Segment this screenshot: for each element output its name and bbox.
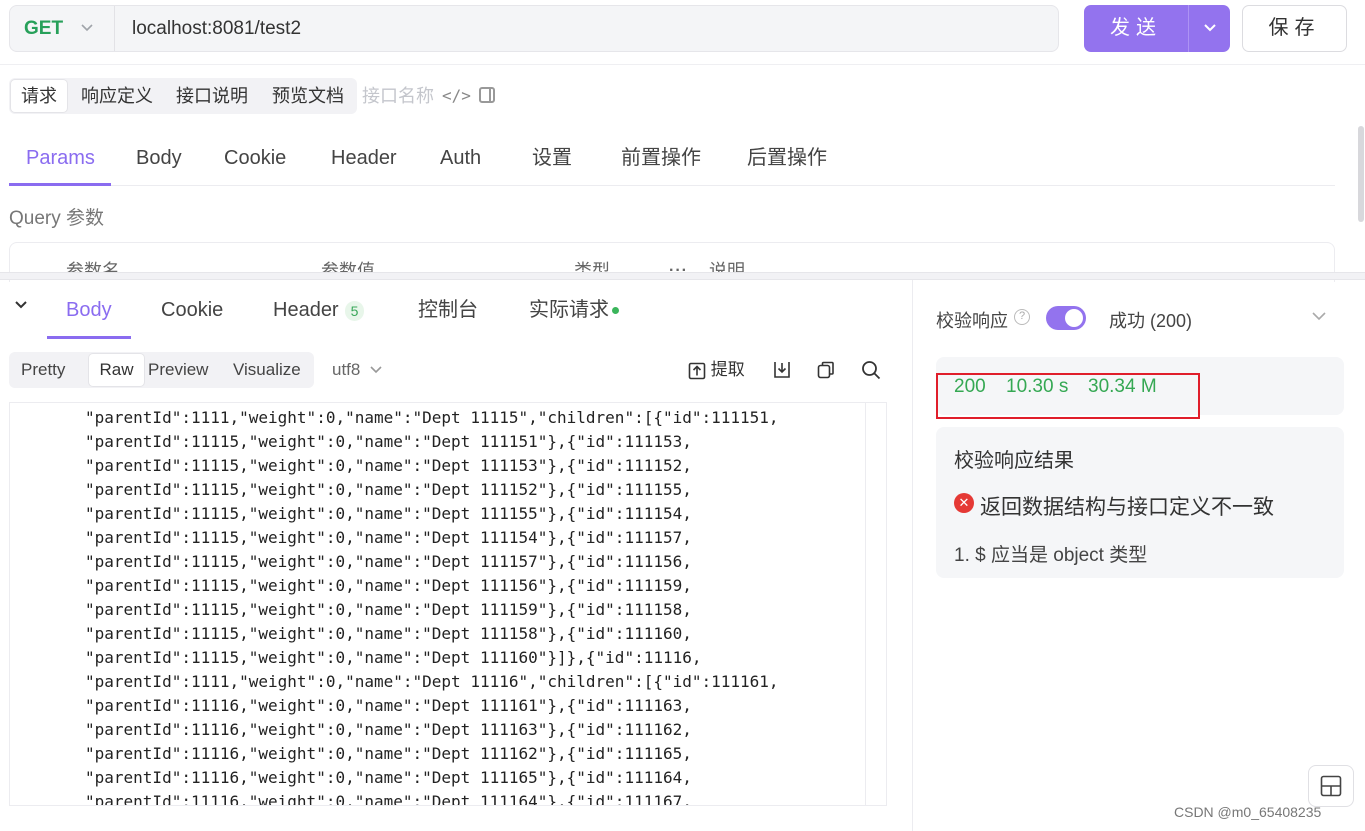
response-tab-body[interactable]: Body: [66, 296, 112, 336]
subtab-response-definition[interactable]: 响应定义: [81, 78, 153, 114]
error-icon: ✕: [954, 493, 974, 513]
code-line: "parentId":11115,"weight":0,"name":"Dept…: [85, 600, 692, 619]
send-options-chevron-icon[interactable]: [1189, 5, 1230, 52]
chevron-down-icon: [370, 366, 382, 374]
response-tab-actual-request-label: 实际请求: [529, 299, 609, 321]
url-input[interactable]: localhost:8081/test2: [132, 6, 301, 51]
view-mode-raw[interactable]: Raw: [88, 353, 145, 387]
toggle-knob: [1065, 309, 1083, 327]
help-icon[interactable]: ?: [1014, 309, 1030, 325]
url-bar: GET localhost:8081/test2: [9, 5, 1059, 52]
tab-post-processors[interactable]: 后置操作: [747, 140, 827, 184]
code-line: "parentId":11115,"weight":0,"name":"Dept…: [85, 480, 692, 499]
extract-button[interactable]: 提取: [688, 356, 745, 384]
subtab-preview-doc[interactable]: 预览文档: [272, 78, 344, 114]
method-select[interactable]: GET: [24, 6, 63, 51]
validate-response-toggle[interactable]: [1046, 306, 1086, 330]
response-tab-header-label: Header: [273, 299, 339, 321]
status-dot: [612, 307, 619, 315]
code-line: "parentId":11115,"weight":0,"name":"Dept…: [85, 576, 692, 595]
subtab-api-description[interactable]: 接口说明: [176, 78, 248, 114]
side-panel-icon[interactable]: [479, 87, 495, 103]
divider: [912, 280, 913, 831]
layout-toggle-button[interactable]: [1308, 765, 1354, 807]
response-tab-actual-request[interactable]: 实际请求: [529, 296, 619, 336]
active-tab-indicator: [9, 183, 111, 186]
chevron-down-icon[interactable]: [80, 6, 94, 51]
code-line: "parentId":11115,"weight":0,"name":"Dept…: [85, 456, 692, 475]
code-line: "parentId":11115,"weight":0,"name":"Dept…: [85, 432, 692, 451]
divider: [865, 403, 866, 806]
tab-pre-processors[interactable]: 前置操作: [621, 140, 701, 184]
response-tab-header[interactable]: Header 5: [273, 296, 365, 336]
code-line: "parentId":11116,"weight":0,"name":"Dept…: [85, 744, 692, 763]
code-line: "parentId":11115,"weight":0,"name":"Dept…: [85, 552, 692, 571]
code-line: "parentId":11116,"weight":0,"name":"Dept…: [85, 792, 692, 806]
subtab-request[interactable]: 请求: [10, 79, 68, 113]
tab-body[interactable]: Body: [136, 140, 182, 184]
code-line: "parentId":11116,"weight":0,"name":"Dept…: [85, 720, 692, 739]
code-line: "parentId":11116,"weight":0,"name":"Dept…: [85, 768, 692, 787]
validate-response-label: 校验响应: [936, 311, 1008, 331]
response-tab-console[interactable]: 控制台: [418, 296, 478, 336]
save-button[interactable]: 保存: [1242, 5, 1347, 52]
copy-icon[interactable]: [816, 360, 836, 385]
interface-name-input[interactable]: 接口名称: [362, 78, 434, 114]
tab-params[interactable]: Params: [26, 140, 95, 184]
request-subtabs: 请求 响应定义 接口说明 预览文档: [9, 78, 357, 114]
code-line: "parentId":11115,"weight":0,"name":"Dept…: [85, 624, 692, 643]
divider: [114, 6, 115, 51]
tab-cookie[interactable]: Cookie: [224, 140, 286, 184]
collapse-chevron-icon[interactable]: [14, 298, 28, 312]
watermark: CSDN @m0_65408235: [1174, 804, 1322, 820]
header-count-badge: 5: [344, 300, 365, 321]
view-mode-preview[interactable]: Preview: [148, 352, 208, 388]
send-button[interactable]: 发送: [1084, 5, 1230, 52]
search-icon[interactable]: [861, 360, 881, 385]
view-mode-visualize[interactable]: Visualize: [233, 352, 301, 388]
divider: [0, 64, 1365, 65]
download-icon[interactable]: [772, 360, 792, 385]
view-mode-pretty[interactable]: Pretty: [21, 352, 65, 388]
response-tab-cookie[interactable]: Cookie: [161, 296, 223, 336]
response-body-viewer[interactable]: "parentId":1111,"weight":0,"name":"Dept …: [9, 402, 887, 806]
code-line: "parentId":11115,"weight":0,"name":"Dept…: [85, 648, 702, 667]
divider: [9, 185, 1335, 186]
view-mode-switcher: Pretty Raw Preview Visualize: [9, 352, 314, 388]
encoding-select[interactable]: utf8: [332, 352, 383, 388]
code-line: "parentId":1111,"weight":0,"name":"Dept …: [85, 672, 779, 691]
scrollbar[interactable]: [1358, 126, 1364, 222]
tab-auth[interactable]: Auth: [440, 140, 481, 184]
validation-error-message: 返回数据结构与接口定义不一致: [980, 496, 1274, 519]
send-button-label[interactable]: 发送: [1084, 5, 1188, 52]
validation-error-item: 1. $ 应当是 object 类型: [954, 545, 1148, 566]
tab-settings[interactable]: 设置: [532, 140, 572, 184]
chevron-down-icon[interactable]: [1311, 309, 1326, 323]
tab-header[interactable]: Header: [331, 140, 397, 184]
code-line: "parentId":11115,"weight":0,"name":"Dept…: [85, 528, 692, 547]
code-line: "parentId":11115,"weight":0,"name":"Dept…: [85, 504, 692, 523]
extract-label: 提取: [710, 360, 745, 379]
extract-icon: [688, 362, 706, 379]
drag-handle-icon[interactable]: ···: [669, 262, 688, 280]
query-params-label: Query 参数: [9, 208, 105, 229]
response-status-select[interactable]: 成功 (200): [1109, 307, 1192, 333]
layout-icon: [1320, 775, 1342, 797]
active-tab-indicator: [47, 336, 131, 339]
code-line: "parentId":11116,"weight":0,"name":"Dept…: [85, 696, 692, 715]
encoding-value: utf8: [332, 360, 361, 379]
validation-result-title: 校验响应结果: [954, 450, 1074, 472]
code-line: "parentId":1111,"weight":0,"name":"Dept …: [85, 408, 779, 427]
code-icon[interactable]: </>: [442, 78, 471, 114]
highlight-annotation-box: [936, 373, 1200, 419]
